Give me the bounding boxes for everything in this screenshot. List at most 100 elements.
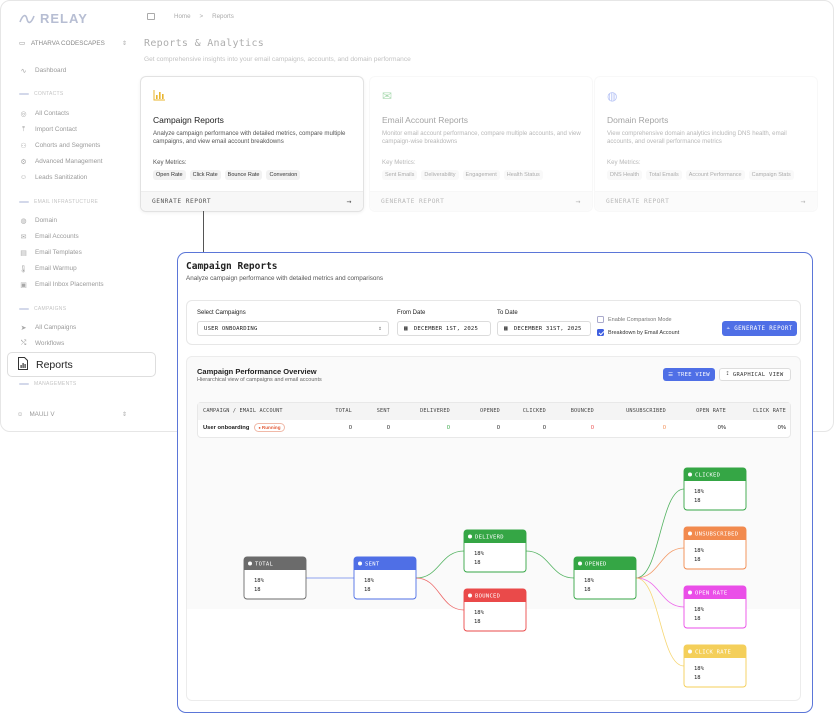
status-dot-icon <box>688 590 692 595</box>
sidebar-item-all-campaigns[interactable]: ➤ All Campaigns <box>19 323 77 332</box>
breadcrumb-current: Reports <box>212 13 234 20</box>
mail-icon: ✉ <box>382 89 393 103</box>
metric-chip: Health Status <box>503 170 543 180</box>
flow-node-percent: 18% <box>474 610 485 616</box>
workspace-switcher[interactable]: ▭ ATHARVA CODESCAPES ⇕ <box>19 40 127 47</box>
flow-node-opened[interactable]: OPENED 18% 18 <box>573 556 637 600</box>
comparison-mode-checkbox[interactable]: Enable Comparison Mode <box>597 316 672 323</box>
flow-node-bounced[interactable]: BOUNCED 18% 18 <box>463 588 527 632</box>
status-dot-icon <box>468 593 472 598</box>
sidebar-section-campaigns: CAMPAIGNS <box>19 306 66 312</box>
metric-chip: Click Rate <box>189 170 221 180</box>
sidebar-item-inbox-placements[interactable]: ▣ Email Inbox Placements <box>19 280 103 289</box>
flow-node-percent: 18% <box>694 548 705 554</box>
campaign-reports-card[interactable]: Campaign Reports Analyze campaign perfor… <box>140 76 364 212</box>
sidebar-item-advanced-management[interactable]: ⚙ Advanced Management <box>19 157 102 166</box>
flow-node-title: UNSUBSCRIBED <box>695 532 738 538</box>
generate-report-action[interactable]: GENERATE REPORT → <box>595 191 817 211</box>
logo-text: RELAY <box>40 11 88 26</box>
flow-link-sent-bounced <box>415 577 465 611</box>
flow-node-percent: 18% <box>584 578 595 584</box>
topbar: Home > Reports <box>135 1 833 33</box>
from-date-picker[interactable]: ▦ DECEMBER 1ST, 2025 <box>397 321 491 336</box>
breakdown-checkbox[interactable]: Breakdown by Email Account <box>597 329 679 336</box>
flow-node-header <box>354 557 416 570</box>
sidebar-item-email-templates[interactable]: ▤ Email Templates <box>19 248 82 257</box>
page-title: Reports & Analytics <box>144 38 265 49</box>
flow-node-percent: 18% <box>694 489 705 495</box>
email-account-reports-card[interactable]: ✉ Email Account Reports Monitor email ac… <box>369 76 593 212</box>
flow-node-count: 18 <box>694 498 701 504</box>
status-dot-icon <box>358 561 362 566</box>
mail-icon: ✉ <box>20 233 27 241</box>
flow-node-percent: 18% <box>474 551 485 557</box>
sidebar-item-import-contact[interactable]: ⤒ Import Contact <box>19 125 77 134</box>
panel-subtitle: Analyze campaign performance with detail… <box>186 275 384 282</box>
chevron-updown-icon: ⇕ <box>121 41 127 47</box>
metric-chip: Deliverability <box>421 170 459 180</box>
campaign-reports-panel: Campaign Reports Analyze campaign perfor… <box>177 252 813 713</box>
to-date-picker[interactable]: ▦ DECEMBER 31ST, 2025 <box>497 321 591 336</box>
sidebar-toggle-icon[interactable] <box>147 13 155 20</box>
upload-icon: ⤒ <box>21 125 26 133</box>
flow-node-title: CLICKED <box>695 473 720 479</box>
card-description: Monitor email account performance, compa… <box>382 130 581 145</box>
card-title: Email Account Reports <box>382 115 468 125</box>
activity-icon: ∿ <box>20 67 27 75</box>
from-date-label: From Date <box>397 310 426 316</box>
metric-chip: Account Performance <box>685 170 745 180</box>
campaign-select[interactable]: USER ONBOARDING ⇕ <box>197 321 389 336</box>
sidebar-item-cohorts[interactable]: ⚇ Cohorts and Segments <box>19 141 100 150</box>
flow-node-percent: 18% <box>694 666 705 672</box>
flow-node-sent[interactable]: SENT 18% 18 <box>353 556 417 600</box>
user-menu[interactable]: ☺ MAULI V ⇕ <box>17 411 127 418</box>
flow-node-title: SENT <box>365 562 380 568</box>
funnel-flow-diagram: TOTAL 18% 18 SENT 18% 18 DELIVERD 18% 18 BOUNCED 1… <box>243 467 747 688</box>
card-description: Analyze campaign performance with detail… <box>153 130 346 145</box>
flow-node-count: 18 <box>694 675 701 681</box>
domain-reports-card[interactable]: ◍ Domain Reports View comprehensive doma… <box>594 76 818 212</box>
user-name: MAULI V <box>29 411 55 418</box>
generate-report-action[interactable]: GENRATE REPORT → <box>141 191 363 211</box>
sidebar-item-domain[interactable]: ◍ Domain <box>19 216 57 225</box>
sidebar-item-label: Reports <box>36 358 73 371</box>
flow-node-title: BOUNCED <box>475 594 500 600</box>
flow-node-count: 18 <box>364 587 371 593</box>
flow-link-opened-clicked <box>635 488 685 579</box>
metric-chip: Sent Emails <box>382 170 418 180</box>
flow-node-unsubscribed[interactable]: UNSUBSCRIBED 18% 18 <box>683 526 747 570</box>
metric-chips: DNS Health Total Emails Account Performa… <box>607 170 794 180</box>
logo[interactable]: RELAY <box>19 11 88 26</box>
metric-chip: Open Rate <box>153 170 186 180</box>
flow-node-clicked[interactable]: CLICKED 18% 18 <box>683 467 747 511</box>
metric-chips: Sent Emails Deliverability Engagement He… <box>382 170 543 180</box>
users-icon: ⚇ <box>20 142 27 150</box>
metric-chips: Open Rate Click Rate Bounce Rate Convers… <box>153 170 301 180</box>
status-dot-icon <box>688 472 692 477</box>
flow-node-open_rate[interactable]: OPEN RATE 18% 18 <box>683 585 747 629</box>
sidebar-item-email-warmup[interactable]: 🌡︎ Email Warmup <box>19 264 77 273</box>
sidebar-item-workflows[interactable]: ⤭ Workflows <box>19 339 65 348</box>
flow-node-delivered[interactable]: DELIVERD 18% 18 <box>463 529 527 573</box>
sidebar-item-all-contacts[interactable]: ◎ All Contacts <box>19 109 69 118</box>
sidebar-item-reports[interactable]: Reports <box>7 352 156 377</box>
card-title: Domain Reports <box>607 115 669 125</box>
flow-node-click_rate[interactable]: CLICK RATE 18% 18 <box>683 644 747 688</box>
breadcrumb-home[interactable]: Home <box>174 13 191 20</box>
metric-chip: DNS Health <box>607 170 643 180</box>
breadcrumb: Home > Reports <box>147 13 234 20</box>
send-icon: ➤ <box>20 324 27 332</box>
key-metrics-label: Key Metrics: <box>382 159 416 166</box>
bar-chart-icon <box>153 89 166 104</box>
sidebar-item-leads-sanitization[interactable]: ☺ Leads Sanitization <box>19 173 87 182</box>
metric-chip: Campaign Stats <box>748 170 794 180</box>
flow-link-delivered-opened <box>525 550 575 579</box>
generate-report-button[interactable]: ⫠ GENERATE REPORT <box>722 321 797 336</box>
chart-icon: ⫠ <box>726 325 731 331</box>
chevron-updown-icon: ⇕ <box>378 325 382 332</box>
generate-report-action[interactable]: GENERATE REPORT → <box>370 191 592 211</box>
flow-node-total[interactable]: TOTAL 18% 18 <box>243 556 307 600</box>
sidebar-item-email-accounts[interactable]: ✉ Email Accounts <box>19 232 79 241</box>
flow-node-percent: 18% <box>694 607 705 613</box>
sidebar-item-dashboard[interactable]: ∿ Dashboard <box>19 66 67 75</box>
